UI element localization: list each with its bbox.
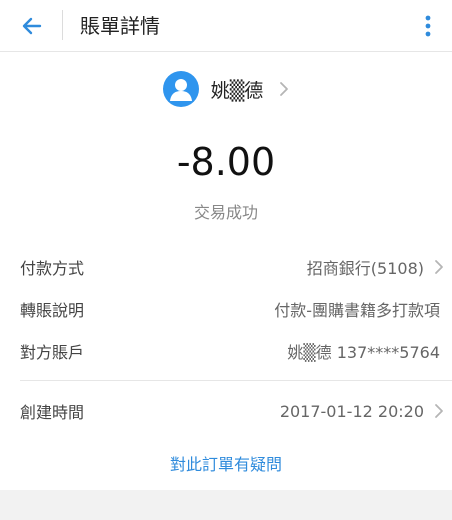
transfer-note-value: 付款-團購書籍多打款項 (274, 301, 440, 320)
chevron-right-icon (434, 403, 444, 419)
order-question-link[interactable]: 對此訂單有疑問 (0, 454, 452, 476)
back-button[interactable] (12, 8, 52, 44)
created-time-row[interactable]: 創建時間 2017-01-12 20:20 (0, 391, 452, 431)
transfer-note-label: 轉賬說明 (20, 301, 85, 320)
page-title: 賬單詳情 (80, 14, 160, 38)
more-vertical-icon (425, 15, 431, 37)
created-time-label: 創建時間 (20, 403, 85, 422)
counterparty-value: 姚▒德 137****5764 (287, 343, 440, 362)
app-bar: 賬單詳情 (0, 0, 452, 52)
appbar-divider (62, 10, 63, 40)
footer-area (0, 490, 452, 520)
payee-profile-link[interactable]: 姚▒德 (0, 66, 452, 112)
transfer-note-row: 轉賬說明 付款-團購書籍多打款項 (0, 289, 452, 329)
more-options-button[interactable] (410, 8, 446, 44)
chevron-right-icon (434, 259, 444, 275)
payment-method-label: 付款方式 (20, 259, 85, 278)
payment-method-row[interactable]: 付款方式 招商銀行(5108) (0, 247, 452, 287)
user-icon (169, 79, 192, 101)
avatar (162, 71, 199, 107)
counterparty-label: 對方賬戶 (20, 343, 85, 362)
chevron-right-icon (279, 81, 289, 97)
payee-name: 姚▒德 (210, 79, 264, 102)
arrow-left-icon (22, 17, 42, 35)
counterparty-row: 對方賬戶 姚▒德 137****5764 (0, 331, 452, 371)
transaction-status: 交易成功 (193, 203, 258, 222)
payment-method-value: 招商銀行(5108) (306, 259, 424, 278)
section-divider (20, 380, 452, 381)
transaction-amount: -8.00 (176, 140, 276, 184)
created-time-value: 2017-01-12 20:20 (279, 401, 424, 421)
